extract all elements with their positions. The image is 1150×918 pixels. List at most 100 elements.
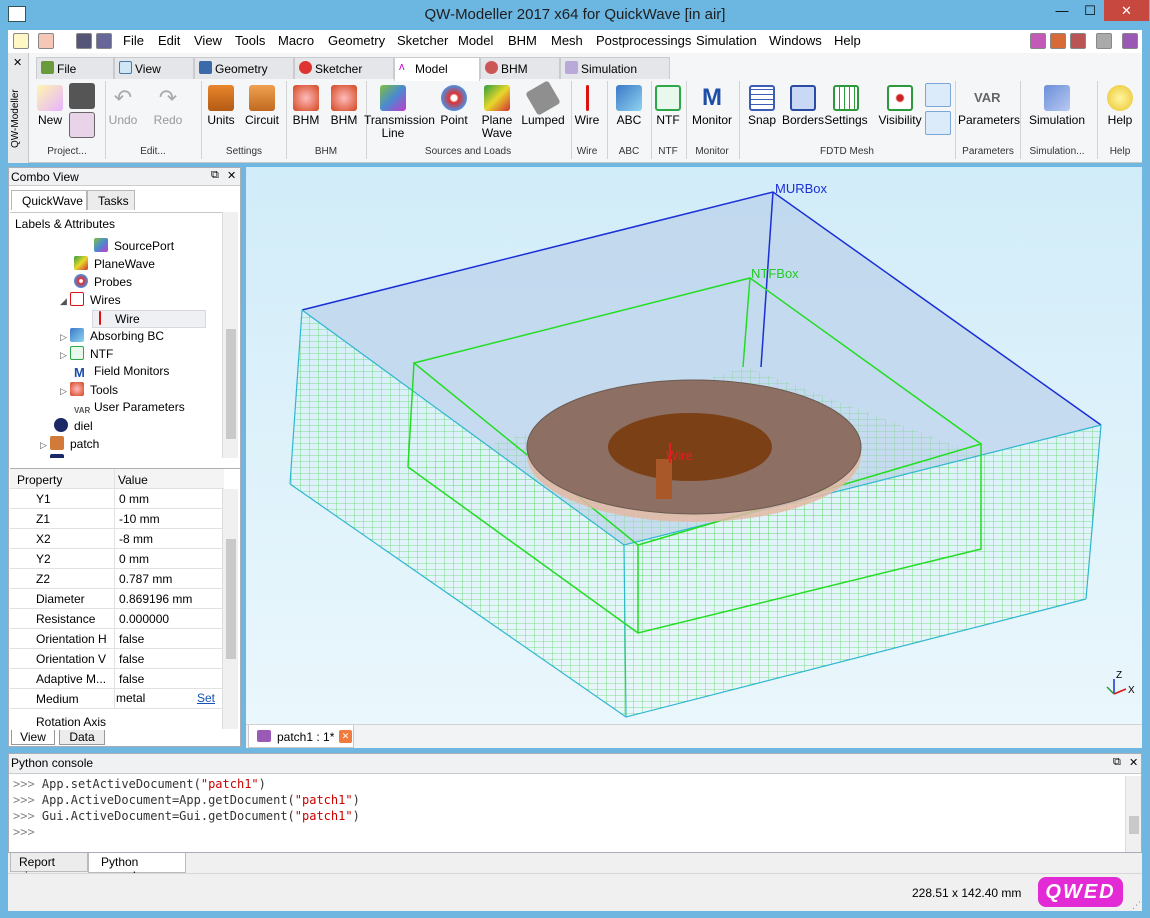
float-console-icon[interactable]: ⧉ [1113,756,1121,769]
expand-arrow-icon[interactable]: ▷ [60,386,70,397]
ntf-button[interactable]: NTF [653,85,683,127]
resize-grip-icon[interactable]: ⋰ [1132,900,1141,911]
visibility-button[interactable]: Visibility [874,85,926,127]
menu-windows[interactable]: Windows [769,33,822,48]
point-button[interactable]: Point [432,85,476,127]
menu-view[interactable]: View [194,33,222,48]
expand-arrow-icon[interactable]: ▷ [60,332,70,343]
property-value[interactable]: 0 mm [119,552,149,566]
menu-sketcher[interactable]: Sketcher [397,33,448,48]
tab-geometry[interactable]: Geometry [194,57,294,79]
property-row-z1[interactable]: Z1 -10 mm [10,509,224,529]
property-value[interactable]: false [119,652,144,666]
property-value[interactable]: -10 mm [119,512,160,526]
snap-button[interactable]: Snap [742,85,782,127]
tab-view-panel[interactable]: View [11,730,55,745]
tree-item-wg[interactable]: ▷wg [40,454,85,458]
property-row-orientation-v[interactable]: Orientation V false [10,649,224,669]
mesh-display-toggle-icon[interactable] [925,111,951,135]
save-icon[interactable] [76,33,92,49]
tab-quickwave[interactable]: QuickWave [11,190,87,210]
console-scroll-thumb[interactable] [1129,816,1139,834]
menu-geometry[interactable]: Geometry [328,33,385,48]
expand-arrow-icon[interactable]: ▷ [60,350,70,361]
menu-macro[interactable]: Macro [278,33,314,48]
undo-button[interactable]: ↶ Undo [103,85,143,127]
menu-bhm[interactable]: BHM [508,33,537,48]
property-value[interactable]: 0.787 mm [119,572,172,586]
redo-button[interactable]: ↷ Redo [148,85,188,127]
open-project-icon[interactable] [69,112,95,138]
property-value[interactable]: 0 mm [119,492,149,506]
tree-scroll-thumb[interactable] [226,329,236,439]
save-icon[interactable] [69,83,95,109]
tab-data-panel[interactable]: Data [59,730,105,745]
tab-simulation[interactable]: Simulation [560,57,670,79]
new-icon[interactable] [13,33,29,49]
patch-disk[interactable] [608,413,772,481]
tree-item-wires[interactable]: ◢ Wires [60,292,121,310]
tab-tasks[interactable]: Tasks [87,190,135,210]
monitor-button[interactable]: M Monitor [688,85,736,127]
borders-button[interactable]: Borders [782,85,824,127]
maximize-button[interactable]: ☐ [1076,0,1104,21]
qw-view-icon[interactable] [1122,33,1138,49]
property-value[interactable]: -8 mm [119,532,153,546]
qw-tool-icon[interactable] [1096,33,1112,49]
plane-wave-button[interactable]: Plane Wave [476,85,518,140]
lumped-button[interactable]: Lumped [516,80,570,127]
wire-button[interactable]: Wire [570,85,604,127]
close-tab-icon[interactable]: ✕ [339,730,352,743]
tree-item-user-parameters[interactable]: VAR User Parameters [74,400,185,418]
abc-button[interactable]: ABC [610,85,648,127]
circuit-button[interactable]: Circuit [242,85,282,127]
tree-item-ntf[interactable]: ▷ NTF [60,346,113,364]
ribbon-close-icon[interactable]: ✕ [13,56,22,69]
help-button[interactable]: Help [1102,85,1138,127]
property-value[interactable]: false [119,672,144,686]
property-value[interactable]: false [119,632,144,646]
qw-simulator-icon[interactable] [1070,33,1086,49]
quickwave-icon[interactable] [1030,33,1046,49]
menu-simulation[interactable]: Simulation [696,33,757,48]
tree-item-patch[interactable]: ▷ patch [40,436,99,454]
tab-sketcher[interactable]: Sketcher [294,57,394,79]
qw-editor-icon[interactable] [1050,33,1066,49]
tab-file[interactable]: File [36,57,114,79]
property-value[interactable]: metal [116,691,145,705]
property-scrollbar[interactable] [222,489,238,729]
close-console-icon[interactable]: ✕ [1129,756,1138,769]
console-input-line[interactable]: >>> [13,825,1123,841]
transmission-line-button[interactable]: Transmission Line [364,85,435,140]
feed-pin[interactable] [656,459,672,499]
tree-item-field-monitors[interactable]: M Field Monitors [74,364,169,382]
tree-item-diel[interactable]: diel [54,418,93,436]
property-row-rotation-axis[interactable]: Rotation Axis [10,709,224,730]
console-scrollbar[interactable] [1125,776,1141,852]
property-value[interactable]: 0.869196 mm [119,592,192,606]
menu-edit[interactable]: Edit [158,33,180,48]
tab-report-view[interactable]: Report view [10,853,88,883]
tab-python-console[interactable]: Python console [88,853,186,883]
menu-file[interactable]: File [123,33,144,48]
property-row-adaptive[interactable]: Adaptive M... false [10,669,224,689]
property-row-resistance[interactable]: Resistance 0.000000 [10,609,224,629]
tree-item-planewave[interactable]: PlaneWave [74,256,155,274]
property-row-diameter[interactable]: Diameter 0.869196 mm [10,589,224,609]
medium-set-link[interactable]: Set [197,691,215,705]
tree-item-sourceport[interactable]: SourcePort [94,238,174,256]
scene-canvas[interactable]: MURBox NTFBox Wire Z X [246,167,1142,724]
tab-view[interactable]: View [114,57,194,79]
console-output[interactable]: >>> App.setActiveDocument("patch1") >>> … [13,777,1123,849]
parameters-button[interactable]: VAR Parameters [958,85,1020,127]
property-row-x2[interactable]: X2 -8 mm [10,529,224,549]
tab-bhm[interactable]: BHM [480,57,560,79]
tree-item-wire[interactable]: Wire [92,310,206,328]
open-icon[interactable] [38,33,54,49]
collapse-arrow-icon[interactable]: ◢ [60,296,70,307]
3d-viewport[interactable]: MURBox NTFBox Wire Z X [246,167,1142,724]
tree-item-probes[interactable]: Probes [74,274,132,292]
menu-tools[interactable]: Tools [235,33,265,48]
save-as-icon[interactable] [96,33,112,49]
menu-postprocessings[interactable]: Postprocessings [596,33,691,48]
